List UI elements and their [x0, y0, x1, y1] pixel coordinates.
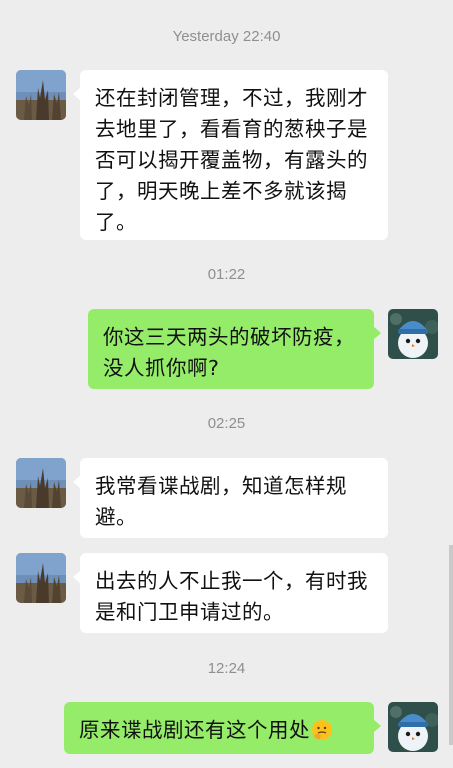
snowman-avatar-icon [388, 309, 438, 359]
field-photo-icon [16, 70, 66, 120]
timestamp: 12:24 [207, 660, 246, 677]
field-photo-icon [16, 553, 66, 603]
message-text: 原来谍战剧还有这个用处 [79, 718, 310, 742]
message-bubble-outgoing[interactable]: 你这三天两头的破坏防疫，没人抓你啊? [88, 309, 381, 389]
user-avatar[interactable] [388, 309, 438, 359]
message-text: 出去的人不止我一个，有时我是和门卫申请过的。 [95, 569, 368, 624]
field-photo-icon [16, 458, 66, 508]
message-bubble-incoming[interactable]: 出去的人不止我一个，有时我是和门卫申请过的。 [73, 553, 388, 633]
contact-avatar[interactable] [16, 458, 66, 508]
message-text: 我常看谍战剧，知道怎样规避。 [95, 474, 347, 529]
message-bubble-outgoing[interactable]: 原来谍战剧还有这个用处 [64, 702, 381, 754]
message-bubble-incoming[interactable]: 我常看谍战剧，知道怎样规避。 [73, 458, 388, 538]
contact-avatar[interactable] [16, 553, 66, 603]
message-text: 还在封闭管理，不过，我刚才去地里了，看看育的葱秧子是否可以揭开覆盖物，有露头的了… [95, 86, 368, 234]
message-bubble-incoming[interactable]: 还在封闭管理，不过，我刚才去地里了，看看育的葱秧子是否可以揭开覆盖物，有露头的了… [73, 70, 388, 240]
chat-window: Yesterday 22:40 还在封闭管理，不过，我刚才去地里了，看看育的葱秧… [0, 0, 453, 768]
contact-avatar[interactable] [16, 70, 66, 120]
timestamp: 02:25 [207, 415, 246, 432]
message-text: 你这三天两头的破坏防疫，没人抓你啊? [103, 325, 355, 380]
timestamp: 01:22 [207, 266, 246, 283]
scrollbar[interactable] [449, 545, 453, 745]
snowman-avatar-icon [388, 702, 438, 752]
thinking-face-icon [311, 719, 333, 741]
timestamp: Yesterday 22:40 [172, 28, 281, 45]
user-avatar[interactable] [388, 702, 438, 752]
